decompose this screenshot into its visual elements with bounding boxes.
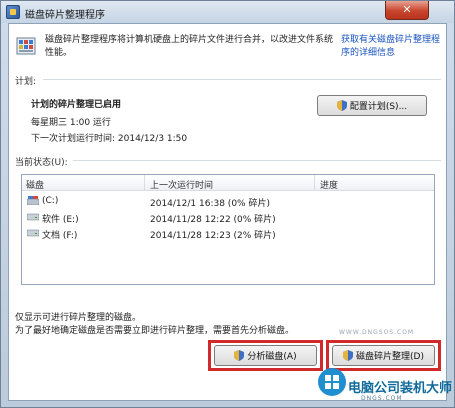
configure-schedule-button[interactable]: 配置计划(S)... xyxy=(317,95,427,116)
title-bar[interactable]: 磁盘碎片整理程序 ✕ xyxy=(1,1,454,23)
disk-row-f[interactable]: 文档 (F:) 2014/11/28 12:23 (2% 碎片) xyxy=(22,225,434,241)
header-description: 磁盘碎片整理程序将计算机硬盘上的碎片文件进行合并，以改进文件系统性能。 xyxy=(45,35,334,58)
help-link[interactable]: 获取有关磁盘碎片整理程序的详细信息 xyxy=(341,34,443,60)
client-area: 磁盘碎片整理程序将计算机硬盘上的碎片文件进行合并，以改进文件系统性能。 获取有关… xyxy=(8,23,447,401)
hard-drive-icon xyxy=(27,213,39,221)
brand-watermark-sub: DNGS.COM xyxy=(361,395,403,402)
column-last-run[interactable]: 上一次运行时间 xyxy=(150,178,213,191)
column-disk[interactable]: 磁盘 xyxy=(26,178,44,191)
schedule-separator xyxy=(43,79,441,80)
column-progress[interactable]: 进度 xyxy=(320,178,338,191)
disk-list-header: 磁盘 上一次运行时间 进度 xyxy=(22,175,434,191)
system-drive-icon xyxy=(27,196,39,205)
disk-row-e[interactable]: 软件 (E:) 2014/11/28 12:22 (0% 碎片) xyxy=(22,209,434,225)
disk-name: (C:) xyxy=(42,196,59,206)
status-separator xyxy=(73,160,441,161)
defrag-window: 磁盘碎片整理程序 ✕ 磁盘碎片整理程序将计算机硬盘上的碎片文件进行合并，以改进文… xyxy=(0,0,455,408)
analyze-disk-button[interactable]: 分析磁盘(A) xyxy=(214,345,317,366)
footer-note-2: 为了最好地确定磁盘是否需要立即进行碎片整理，需要首先分析磁盘。 xyxy=(15,326,295,336)
column-divider xyxy=(144,175,145,191)
brand-watermark: 电脑公司装机大师 DNGS.COM xyxy=(313,361,455,408)
configure-schedule-label: 配置计划(S)... xyxy=(349,102,408,112)
status-section-label: 当前状态(U): xyxy=(15,158,68,168)
windows-logo-icon xyxy=(318,368,346,396)
disk-name: 软件 (E:) xyxy=(42,215,79,225)
footer-note-1: 仅显示可进行碎片整理的磁盘。 xyxy=(15,313,142,323)
site-watermark: WWW.DNGSOS.COM xyxy=(339,329,415,336)
schedule-frequency: 每星期三 1:00 运行 xyxy=(31,118,111,128)
disk-name: 文档 (F:) xyxy=(42,231,78,241)
disk-last-run: 2014/11/28 12:23 (2% 碎片) xyxy=(150,231,276,241)
defrag-disk-icon xyxy=(16,37,36,55)
close-button[interactable]: ✕ xyxy=(385,1,429,20)
brand-watermark-title: 电脑公司装机大师 xyxy=(348,381,453,396)
defrag-app-icon xyxy=(6,5,20,19)
window-title: 磁盘碎片整理程序 xyxy=(25,10,105,21)
disk-list[interactable]: 磁盘 上一次运行时间 进度 (C:) 2014/12/1 16:38 (0% 碎… xyxy=(21,174,435,285)
uac-shield-icon xyxy=(234,350,245,361)
analyze-disk-label: 分析磁盘(A) xyxy=(247,352,297,362)
column-divider xyxy=(314,175,315,191)
disk-last-run: 2014/12/1 16:38 (0% 碎片) xyxy=(150,199,270,209)
schedule-next-run: 下一次计划运行时间: 2014/12/3 1:50 xyxy=(31,134,188,144)
schedule-status: 计划的碎片整理已启用 xyxy=(31,100,122,110)
schedule-section-label: 计划: xyxy=(15,77,37,87)
disk-row-c[interactable]: (C:) 2014/12/1 16:38 (0% 碎片) xyxy=(22,193,434,209)
hard-drive-icon xyxy=(27,229,39,237)
disk-last-run: 2014/11/28 12:22 (0% 碎片) xyxy=(150,215,276,225)
uac-shield-icon xyxy=(343,350,354,361)
uac-shield-icon xyxy=(336,100,347,111)
